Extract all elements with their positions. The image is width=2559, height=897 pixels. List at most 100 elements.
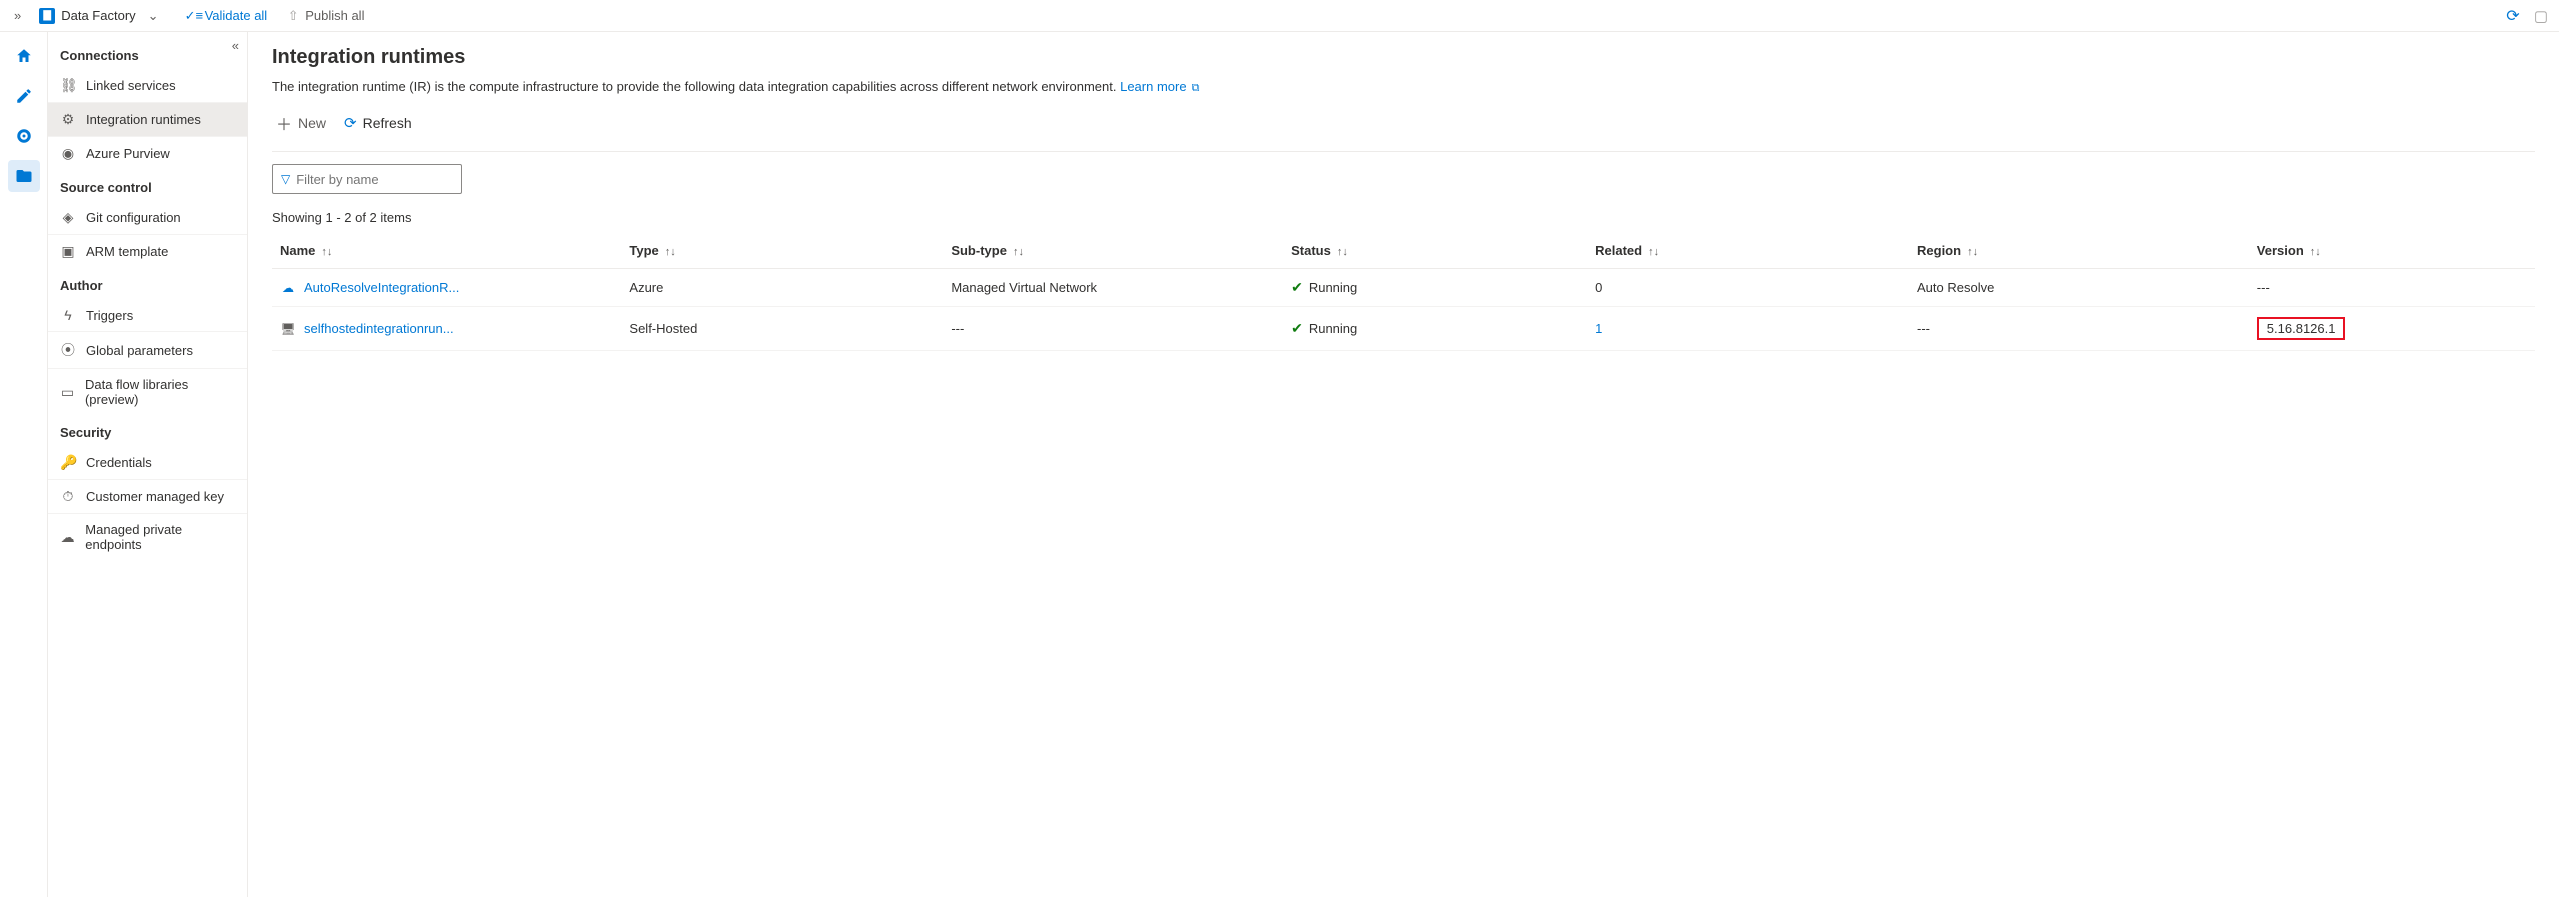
brand-label: Data Factory (61, 8, 135, 23)
runtime-name-link[interactable]: selfhostedintegrationrun... (304, 321, 454, 336)
column-header-version[interactable]: Version↑↓ (2249, 233, 2535, 269)
cell-related: 0 (1587, 269, 1909, 307)
sidebar-group-title: Security (48, 415, 247, 446)
refresh-icon: ⟳ (344, 114, 357, 132)
cell-related: 1 (1587, 307, 1909, 351)
sidebar-group-title: Author (48, 268, 247, 299)
rail-home[interactable] (8, 40, 40, 72)
sidebar-item-data-flow-libraries-preview-[interactable]: ▭Data flow libraries (preview) (48, 368, 247, 415)
validate-icon: ✓≡ (185, 8, 201, 24)
column-header-region[interactable]: Region↑↓ (1909, 233, 2249, 269)
sidebar-group-title: Connections (48, 38, 247, 69)
sort-icon: ↑↓ (321, 246, 332, 258)
sidebar-item-git-configuration[interactable]: ◈ Git configuration (48, 201, 247, 234)
sidebar-item-global-parameters[interactable]: ⦿Global parameters (48, 331, 247, 368)
sidebar-item-label: Linked services (86, 78, 176, 93)
page-description: The integration runtime (IR) is the comp… (272, 79, 2535, 95)
runtime-type-icon: 🖥 (280, 321, 296, 337)
sidebar-group-title: Source control (48, 170, 247, 201)
cell-version: 5.16.8126.1 (2249, 307, 2535, 351)
sidebar-item-integration-runtimes[interactable]: ⚙Integration runtimes (48, 102, 247, 136)
sidebar-item-icon: ◉ (60, 145, 76, 162)
sidebar-item-label: ARM template (86, 244, 168, 259)
runtime-type-icon: ☁ (280, 280, 296, 296)
rail-monitor[interactable] (8, 120, 40, 152)
sidebar-item-icon: 🔑 (60, 454, 76, 471)
sidebar-item-icon: ⏱ (60, 488, 76, 505)
cell-status: ✔Running (1283, 269, 1587, 307)
new-button[interactable]: ＋ New (272, 109, 330, 137)
cell-subtype: --- (943, 307, 1283, 351)
nav-rail (0, 32, 48, 897)
action-row: ＋ New ⟳ Refresh (272, 99, 2535, 152)
sidebar-item-label: Azure Purview (86, 146, 170, 161)
sidebar-item-label: Credentials (86, 455, 152, 470)
sidebar-item-linked-services[interactable]: ⛓ Linked services (48, 69, 247, 102)
publish-all-button[interactable]: ⇧ Publish all (279, 4, 370, 28)
runtime-name-link[interactable]: AutoResolveIntegrationR... (304, 280, 459, 295)
sort-icon: ↑↓ (2310, 246, 2321, 258)
table-row: 🖥selfhostedintegrationrun...Self-Hosted-… (272, 307, 2535, 351)
sidebar-item-label: Integration runtimes (86, 112, 201, 127)
result-count: Showing 1 - 2 of 2 items (272, 200, 2535, 233)
column-header-status[interactable]: Status↑↓ (1283, 233, 1587, 269)
version-highlight: 5.16.8126.1 (2257, 317, 2346, 340)
sort-icon: ↑↓ (1967, 246, 1978, 258)
sidebar-item-triggers[interactable]: ϟ Triggers (48, 299, 247, 331)
sidebar-item-arm-template[interactable]: ▣ ARM template (48, 234, 247, 268)
sidebar-item-icon: ϟ (60, 307, 76, 323)
publish-label: Publish all (305, 8, 364, 23)
factory-icon: ▇ (39, 8, 55, 24)
sidebar-item-credentials[interactable]: 🔑 Credentials (48, 446, 247, 479)
learn-more-link[interactable]: Learn more ⧉ (1120, 79, 1199, 94)
publish-icon: ⇧ (285, 8, 301, 24)
sidebar-item-icon: ☁ (60, 529, 75, 546)
data-factory-switcher[interactable]: ▇ Data Factory ⌄ (31, 6, 172, 26)
sidebar-item-icon: ⦿ (60, 340, 76, 360)
feedback-icon[interactable]: ▢ (2533, 7, 2549, 25)
manage-sidebar: « Connections ⛓ Linked services ⚙Integratio… (48, 32, 248, 897)
cell-version: --- (2249, 269, 2535, 307)
related-link[interactable]: 1 (1595, 321, 1602, 336)
rail-author[interactable] (8, 80, 40, 112)
sidebar-item-label: Triggers (86, 308, 133, 323)
top-toolbar: » ▇ Data Factory ⌄ ✓≡ Validate all ⇧ Pub… (0, 0, 2559, 32)
sidebar-item-label: Git configuration (86, 210, 181, 225)
column-header-type[interactable]: Type↑↓ (621, 233, 943, 269)
cell-type: Azure (621, 269, 943, 307)
sort-icon: ↑↓ (1648, 246, 1659, 258)
refresh-button[interactable]: ⟳ Refresh (340, 112, 416, 134)
validate-all-button[interactable]: ✓≡ Validate all (179, 4, 274, 28)
validate-label: Validate all (205, 8, 268, 23)
sort-icon: ↑↓ (665, 246, 676, 258)
cell-subtype: Managed Virtual Network (943, 269, 1283, 307)
sidebar-item-icon: ◈ (60, 209, 76, 226)
rail-manage[interactable] (8, 160, 40, 192)
sidebar-item-azure-purview[interactable]: ◉ Azure Purview (48, 136, 247, 170)
sidebar-item-icon: ⛓ (60, 77, 76, 94)
page-title: Integration runtimes (272, 46, 2535, 69)
plus-icon: ＋ (276, 111, 292, 135)
refresh-discard-icon[interactable]: ⟳ (2505, 6, 2521, 26)
column-header-related[interactable]: Related↑↓ (1587, 233, 1909, 269)
sidebar-item-managed-private-endpoints[interactable]: ☁ Managed private endpoints (48, 513, 247, 560)
collapse-sidebar-icon[interactable]: « (232, 38, 239, 53)
sidebar-item-icon: ▣ (60, 243, 76, 260)
column-header-name[interactable]: Name↑↓ (272, 233, 621, 269)
sort-icon: ↑↓ (1337, 246, 1348, 258)
cell-region: --- (1909, 307, 2249, 351)
cell-type: Self-Hosted (621, 307, 943, 351)
filter-box[interactable]: ▽ (272, 164, 462, 194)
sidebar-item-label: Managed private endpoints (85, 522, 235, 552)
column-header-sub-type[interactable]: Sub-type↑↓ (943, 233, 1283, 269)
filter-input[interactable] (296, 172, 453, 187)
cell-status: ✔Running (1283, 307, 1587, 351)
cell-region: Auto Resolve (1909, 269, 2249, 307)
status-ok-icon: ✔ (1291, 320, 1303, 336)
sort-icon: ↑↓ (1013, 246, 1024, 258)
expand-panel-icon[interactable]: » (10, 6, 25, 25)
table-row: ☁ AutoResolveIntegrationR... AzureManaged … (272, 269, 2535, 307)
sidebar-item-icon: ▭ (60, 384, 75, 401)
filter-icon: ▽ (281, 172, 290, 186)
sidebar-item-customer-managed-key[interactable]: ⏱Customer managed key (48, 479, 247, 513)
